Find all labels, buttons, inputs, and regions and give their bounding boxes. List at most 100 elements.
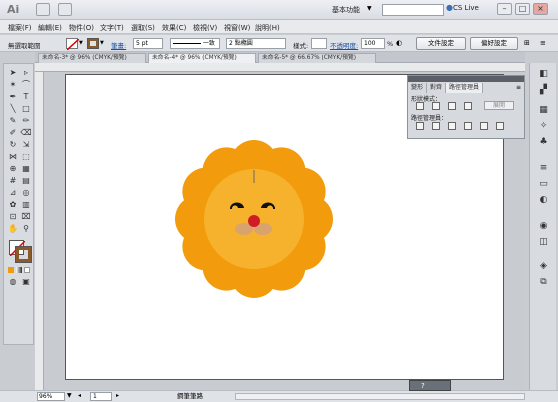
color-panel-icon[interactable]: ◧ (537, 69, 550, 80)
artboard-number-field[interactable]: 1 (90, 392, 112, 401)
divide-icon[interactable] (416, 122, 424, 130)
change-screen-mode-icon[interactable]: ▣ (20, 277, 32, 287)
pen-tool-icon[interactable]: ✒ (7, 92, 19, 102)
pencil-tool-icon[interactable]: ✏ (20, 116, 32, 126)
rectangle-tool-icon[interactable]: □ (20, 104, 32, 114)
status-text[interactable]: 鋼筆筆路 (150, 392, 230, 401)
width-tool-icon[interactable]: ⋈ (7, 152, 19, 162)
draw-normal-icon[interactable]: ◍ (7, 277, 19, 287)
arrange-icon[interactable]: ⊞ (524, 39, 530, 47)
search-input[interactable] (382, 4, 444, 16)
menu-type[interactable]: 文字(T) (100, 23, 124, 33)
layers-panel-icon[interactable]: ◈ (537, 261, 550, 272)
horizontal-scrollbar[interactable] (235, 393, 525, 400)
selection-tool-icon[interactable]: ➤ (7, 68, 19, 78)
trim-icon[interactable] (432, 122, 440, 130)
menu-effect[interactable]: 效果(C) (162, 23, 186, 33)
graphic-style-picker[interactable] (311, 38, 327, 49)
opacity-label[interactable]: 不透明度: (330, 40, 358, 50)
first-artboard-icon[interactable]: ◂ (78, 392, 81, 399)
blob-brush-tool-icon[interactable]: ✐ (7, 128, 19, 138)
panel-header[interactable] (408, 76, 524, 82)
recolor-artwork-icon[interactable]: ◐ (396, 39, 402, 47)
fill-swatch[interactable] (66, 38, 80, 51)
menu-object[interactable]: 物件(O) (69, 23, 94, 33)
intersect-icon[interactable] (448, 102, 456, 110)
mesh-tool-icon[interactable]: # (7, 176, 19, 186)
color-guide-icon[interactable]: ▞ (537, 85, 550, 96)
artboard-tool-icon[interactable]: ⊡ (7, 212, 19, 222)
gradient-tool-icon[interactable]: ▤ (20, 176, 32, 186)
crop-icon[interactable] (464, 122, 472, 130)
tab-document-5[interactable]: 未命名-5* @ 66.67% (CMYK/預覽) (258, 53, 376, 63)
workspace-switcher[interactable]: 基本功能 (332, 5, 360, 15)
expand-button[interactable]: 展開 (484, 101, 514, 110)
menu-select[interactable]: 選取(S) (131, 23, 155, 33)
stroke-weight-field[interactable]: 5 pt (133, 38, 163, 49)
chevron-down-icon[interactable]: ▼ (67, 392, 72, 399)
minimize-button[interactable]: – (497, 3, 512, 15)
line-tool-icon[interactable]: ╲ (7, 104, 19, 114)
panel-menu-icon[interactable]: ≡ (516, 84, 521, 91)
eyedropper-tool-icon[interactable]: ⊿ (7, 188, 19, 198)
eraser-tool-icon[interactable]: ⌫ (20, 128, 32, 138)
artboards-panel-icon[interactable]: ⧉ (537, 277, 550, 288)
arrange-documents-button[interactable] (58, 3, 72, 16)
tab-align[interactable]: 對齊 (427, 83, 447, 93)
stroke-color-swatch[interactable] (15, 246, 32, 263)
tab-document-4[interactable]: 未命名-4* @ 96% (CMYK/預覽) (148, 53, 256, 63)
symbol-sprayer-tool-icon[interactable]: ✿ (7, 200, 19, 210)
menu-file[interactable]: 檔案(F) (8, 23, 32, 33)
column-graph-tool-icon[interactable]: ▥ (20, 200, 32, 210)
exclude-icon[interactable] (464, 102, 472, 110)
zoom-level-field[interactable]: 96% (37, 392, 65, 401)
menu-edit[interactable]: 編輯(E) (38, 23, 62, 33)
cs-live-button[interactable]: CS Live (453, 4, 479, 12)
panel-menu-icon[interactable]: ≡ (540, 39, 546, 47)
stroke-label[interactable]: 筆畫: (111, 40, 126, 50)
gradient-panel-icon[interactable]: ▭ (537, 179, 550, 190)
lasso-tool-icon[interactable]: ⌒ (20, 80, 32, 90)
chevron-down-icon[interactable]: ▼ (79, 40, 83, 46)
brushes-panel-icon[interactable]: ✧ (537, 121, 550, 132)
slice-tool-icon[interactable]: ⌧ (20, 212, 32, 222)
gradient-mode-button[interactable] (16, 267, 22, 273)
scale-tool-icon[interactable]: ⇲ (20, 140, 32, 150)
help-icon[interactable]: ? (421, 382, 425, 390)
minus-back-icon[interactable] (496, 122, 504, 130)
direct-selection-tool-icon[interactable]: ▹ (20, 68, 32, 78)
zoom-tool-icon[interactable]: ⚲ (20, 224, 32, 234)
transparency-panel-icon[interactable]: ◐ (537, 195, 550, 206)
outline-icon[interactable] (480, 122, 488, 130)
lion-nose[interactable] (248, 215, 260, 227)
shape-builder-tool-icon[interactable]: ⊕ (7, 164, 19, 174)
stroke-panel-icon[interactable]: ≡ (537, 163, 550, 174)
menu-help[interactable]: 說明(H) (255, 23, 280, 33)
perspective-grid-tool-icon[interactable]: ▦ (20, 164, 32, 174)
tab-transform[interactable]: 變形 (408, 83, 428, 93)
paintbrush-tool-icon[interactable]: ✎ (7, 116, 19, 126)
none-mode-button[interactable] (24, 267, 30, 273)
next-artboard-icon[interactable]: ▸ (116, 392, 119, 399)
magic-wand-tool-icon[interactable]: ✶ (7, 80, 19, 90)
opacity-field[interactable]: 100 (361, 38, 385, 49)
rotate-tool-icon[interactable]: ↻ (7, 140, 19, 150)
tab-pathfinder[interactable]: 路徑管理員 (446, 83, 484, 93)
graphic-styles-icon[interactable]: ◫ (537, 237, 550, 248)
close-button[interactable]: × (533, 3, 548, 15)
chevron-down-icon[interactable]: ▼ (367, 5, 372, 12)
type-tool-icon[interactable]: T (20, 92, 32, 102)
free-transform-tool-icon[interactable]: ⬚ (20, 152, 32, 162)
brush-definition[interactable]: 2 點橢圓 (226, 38, 286, 49)
minus-front-icon[interactable] (432, 102, 440, 110)
maximize-button[interactable]: □ (515, 3, 530, 15)
tab-document-3[interactable]: 未命名-3* @ 96% (CMYK/預覽) (38, 53, 146, 63)
menu-window[interactable]: 視窗(W) (224, 23, 250, 33)
menu-view[interactable]: 檢視(V) (193, 23, 217, 33)
variable-width-profile[interactable]: 一致 (170, 38, 220, 49)
chevron-down-icon[interactable]: ▼ (100, 40, 104, 46)
stroke-swatch[interactable] (87, 38, 99, 49)
merge-icon[interactable] (448, 122, 456, 130)
bridge-button[interactable] (36, 3, 50, 16)
symbols-panel-icon[interactable]: ♣ (537, 137, 550, 148)
